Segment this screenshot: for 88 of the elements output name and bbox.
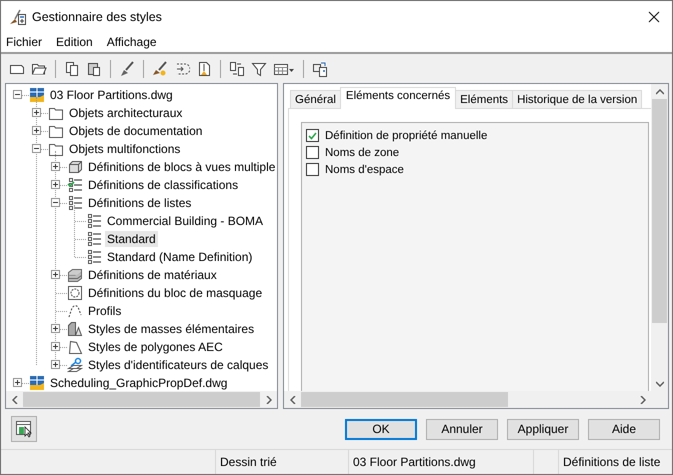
scroll-down-icon[interactable]	[656, 380, 664, 386]
scroll-up-icon[interactable]	[656, 88, 664, 94]
drawing-file-icon	[29, 375, 45, 391]
expand-button[interactable]	[51, 342, 60, 351]
checkbox[interactable]	[306, 163, 319, 176]
list-icon	[86, 231, 102, 247]
scroll-left-icon[interactable]	[290, 396, 296, 404]
dialog-button[interactable]: Appliquer	[507, 418, 579, 440]
close-icon[interactable]	[648, 10, 660, 22]
expand-button[interactable]	[51, 360, 60, 369]
expand-button[interactable]	[51, 162, 60, 171]
folder-icon	[48, 141, 64, 157]
tree-item[interactable]: Profils	[86, 303, 124, 319]
tree-item[interactable]: Définitions de listes	[86, 195, 194, 211]
cube-icon	[67, 159, 83, 175]
checkbox[interactable]	[306, 129, 319, 142]
dialog-button[interactable]: Aide	[588, 418, 660, 440]
collapse-button[interactable]	[13, 90, 22, 99]
tree-item[interactable]: Définitions de blocs à vues multiple	[86, 159, 277, 175]
tree-item[interactable]: Commercial Building - BOMA	[105, 213, 266, 229]
folder-icon	[48, 123, 64, 139]
tree-item[interactable]: Standard (Name Definition)	[105, 249, 254, 265]
tree-item[interactable]: Scheduling_GraphicPropDef.dwg	[48, 375, 230, 391]
layers-icon	[67, 267, 83, 283]
checklist-icon	[67, 177, 83, 193]
dashed-arrow-icon[interactable]	[174, 60, 190, 76]
horizontal-scrollbar[interactable]	[6, 391, 277, 408]
checkbox-label: Définition de propriété manuelle	[325, 130, 488, 142]
app-icon	[9, 8, 27, 26]
solid-shapes-icon	[67, 321, 83, 337]
checkbox-label: Noms d'espace	[325, 164, 404, 176]
key-icon	[67, 357, 83, 373]
polygon-icon	[67, 339, 83, 355]
vertical-scrollbar[interactable]	[651, 84, 668, 391]
tree-item[interactable]: Objets architecturaux	[67, 105, 184, 121]
status-text: 03 Floor Partitions.dwg	[348, 450, 533, 474]
expand-button[interactable]	[13, 378, 22, 387]
drawing-file-icon	[29, 87, 45, 103]
brush-icon[interactable]	[119, 60, 135, 76]
tree-item[interactable]: Styles d'identificateurs de calques	[86, 357, 270, 373]
status-text: Définitions de liste	[558, 450, 672, 474]
dashed-curve-icon	[67, 303, 83, 319]
document-brush-icon[interactable]	[196, 60, 212, 76]
tree-item[interactable]: 03 Floor Partitions.dwg	[48, 87, 175, 103]
filter-icon[interactable]	[251, 60, 267, 76]
compare-icon[interactable]	[229, 60, 245, 76]
tree-item[interactable]: Définitions de matériaux	[86, 267, 219, 283]
tab[interactable]: Général	[290, 90, 341, 109]
scroll-left-icon[interactable]	[12, 396, 18, 404]
expand-button[interactable]	[51, 180, 60, 189]
tree-item[interactable]: Styles de polygones AEC	[86, 339, 225, 355]
expand-button[interactable]	[51, 324, 60, 333]
expand-button[interactable]	[32, 108, 41, 117]
status-text: Dessin trié	[215, 450, 348, 474]
tab[interactable]: Historique de la version	[512, 90, 642, 109]
window-pointer-button[interactable]	[11, 416, 37, 442]
tab[interactable]: Eléments concernés	[340, 87, 456, 109]
dialog-button[interactable]: Annuler	[426, 418, 498, 440]
dialog-button[interactable]: OK	[345, 418, 417, 440]
list-icon	[67, 195, 83, 211]
scroll-right-icon[interactable]	[640, 396, 646, 404]
masked-square-icon	[67, 285, 83, 301]
expand-button[interactable]	[32, 126, 41, 135]
list-icon	[86, 249, 102, 265]
checkbox-label: Noms de zone	[325, 146, 400, 158]
paste-icon[interactable]	[86, 60, 102, 76]
horizontal-scrollbar[interactable]	[284, 391, 668, 408]
scroll-right-icon[interactable]	[266, 396, 272, 404]
brush-star-icon[interactable]	[152, 60, 168, 76]
collapse-button[interactable]	[32, 144, 41, 153]
collapse-button[interactable]	[51, 198, 60, 207]
menu-item[interactable]: Edition	[56, 35, 93, 49]
menu-item[interactable]: Affichage	[106, 35, 157, 49]
expand-button[interactable]	[51, 270, 60, 279]
checkbox[interactable]	[306, 146, 319, 159]
folder-icon	[48, 105, 64, 121]
tree-item[interactable]: Standard	[105, 231, 158, 247]
tree-item[interactable]: Définitions du bloc de masquage	[86, 285, 264, 301]
tree-item[interactable]: Objets de documentation	[67, 123, 204, 139]
menu-item[interactable]: Fichier	[6, 35, 42, 49]
tree-item[interactable]: Définitions de classifications	[86, 177, 240, 193]
tab[interactable]: Eléments	[455, 90, 514, 109]
export-icon[interactable]	[312, 60, 328, 76]
copy-icon[interactable]	[64, 60, 80, 76]
tree-item[interactable]: Objets multifonctions	[67, 141, 182, 157]
window-title: Gestionnaire des styles	[32, 10, 162, 24]
list-icon	[86, 213, 102, 229]
tree-item[interactable]: Styles de masses élémentaires	[86, 321, 256, 337]
